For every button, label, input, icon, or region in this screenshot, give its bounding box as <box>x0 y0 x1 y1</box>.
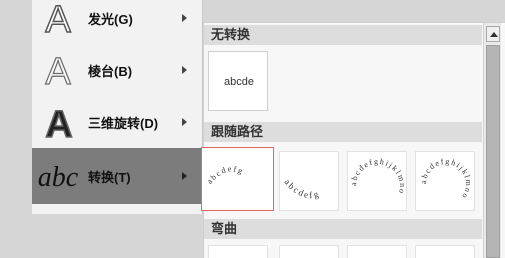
submenu-arrow-icon <box>182 66 187 74</box>
svg-text:A: A <box>45 51 71 90</box>
section-header-warp: 弯曲 <box>204 219 482 239</box>
menu-item-glow[interactable]: A 发光(G) <box>32 0 203 44</box>
svg-text:abcdefg: abcdefg <box>283 177 322 200</box>
menu-item-label: 棱台(B) <box>88 63 133 79</box>
tile-no-transform[interactable]: abcde <box>208 51 268 111</box>
svg-text:A: A <box>45 104 72 142</box>
tile-warp[interactable] <box>415 245 475 258</box>
section-header-no-transform: 无转换 <box>204 25 482 45</box>
menu-item-label: 转换(T) <box>88 169 131 185</box>
circle-text-preview: abcdefghijklmno <box>349 157 407 196</box>
menu-item-bevel[interactable]: A 棱台(B) <box>32 44 203 96</box>
submenu-arrow-icon <box>182 172 187 180</box>
svg-text:abc: abc <box>38 162 78 193</box>
menu-item-label: 三维旋转(D) <box>88 115 159 131</box>
tile-warp[interactable] <box>347 245 407 258</box>
wordart-effects-menu: A 发光(G) A 棱台(B) A 三维旋转(D) abc 转换(T) <box>32 0 203 214</box>
menu-item-3d-rotation[interactable]: A 三维旋转(D) <box>32 96 203 148</box>
bevel-a-icon: A <box>45 50 72 90</box>
tile-follow-path-arch-down[interactable]: abcdefg <box>279 151 339 211</box>
svg-text:A: A <box>45 0 71 38</box>
svg-text:abcdefg: abcdefg <box>205 164 246 185</box>
tile-warp[interactable] <box>279 245 339 258</box>
arch-down-text-preview: abcdefg <box>283 177 322 200</box>
tile-follow-path-arch-up[interactable]: abcdefg <box>201 147 274 211</box>
scroll-up-button[interactable] <box>486 26 500 42</box>
tile-warp[interactable] <box>208 245 268 258</box>
button-text-preview: abcdefghijklmno <box>419 157 473 201</box>
arrow-up-icon <box>490 32 498 37</box>
gallery-scrollbar[interactable] <box>483 23 501 258</box>
tile-sample-text: abcde <box>224 76 254 88</box>
menu-item-label: 发光(G) <box>88 11 133 27</box>
arch-up-text-preview: abcdefg <box>205 164 246 185</box>
glow-a-icon: A <box>45 0 73 38</box>
submenu-arrow-icon <box>182 118 187 126</box>
tile-follow-path-circle[interactable]: abcdefghijklmno <box>347 151 407 211</box>
3d-rotation-a-icon: A <box>45 103 74 142</box>
scroll-thumb[interactable] <box>486 45 500 258</box>
submenu-arrow-icon <box>182 14 187 22</box>
menu-item-transform[interactable]: abc 转换(T) <box>32 148 203 204</box>
svg-text:abcdefghijklmno: abcdefghijklmno <box>349 157 407 196</box>
tile-follow-path-button[interactable]: abcdefghijklmno <box>415 151 475 211</box>
transform-abc-icon: abc <box>38 162 78 193</box>
section-header-follow-path: 跟随路径 <box>204 122 482 142</box>
transform-gallery: 无转换 abcde 跟随路径 abcdefg abcdefg abcdefghi… <box>201 22 505 258</box>
svg-text:abcdefghijklmno: abcdefghijklmno <box>419 157 473 201</box>
